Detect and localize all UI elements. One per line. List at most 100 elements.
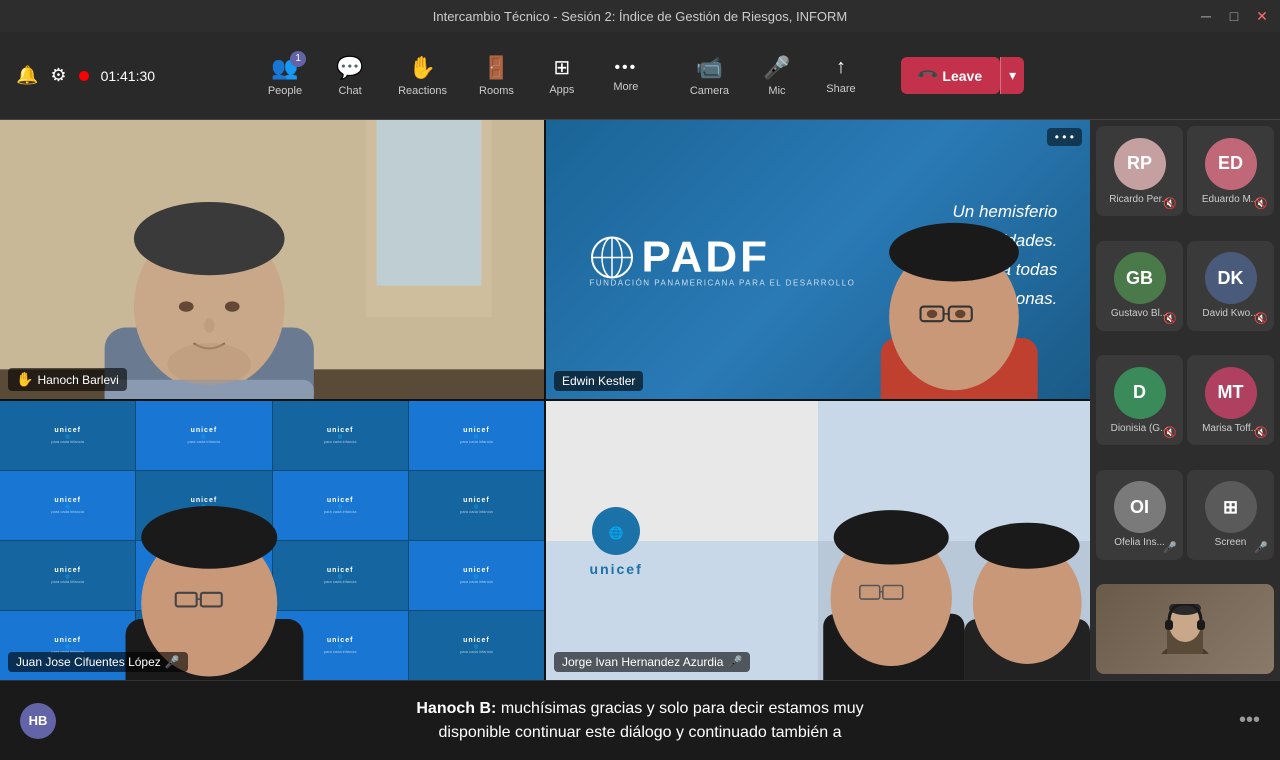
participant-label-jorge: Jorge Ivan Hernandez Azurdia 🎤	[554, 652, 750, 672]
apps-icon: ⊞	[553, 55, 570, 80]
more-icon: •••	[614, 59, 637, 77]
close-button[interactable]: ✕	[1256, 10, 1268, 22]
sidebar-participant-rp[interactable]: RP Ricardo Per... 🔇	[1096, 126, 1183, 216]
name-mt: Marisa Toff...	[1202, 423, 1259, 434]
more-button[interactable]: ••• More	[598, 53, 654, 99]
apps-button[interactable]: ⊞ Apps	[534, 49, 590, 102]
edwin-more-button[interactable]: • • •	[1047, 128, 1082, 146]
leave-label: Leave	[942, 68, 982, 84]
participant-label-juanjose: Juan Jose Cifuentes López 🎤	[8, 652, 188, 672]
leave-button[interactable]: 📞 Leave	[901, 57, 1000, 94]
subtitle-line1: muchísimas gracias y solo para decir est…	[501, 700, 864, 717]
mic-icon: 🎤	[763, 55, 790, 81]
toolbar: 🔔 ⚙ 01:41:30 1 👥 People 💬 Chat ✋ Reactio…	[0, 32, 1280, 120]
share-button[interactable]: ↑ Share	[813, 50, 869, 101]
leave-dropdown-button[interactable]: ▾	[1000, 57, 1024, 94]
participant-name-jorge: Jorge Ivan Hernandez Azurdia	[562, 655, 723, 669]
people-label: People	[268, 85, 302, 97]
sidebar-participant-d[interactable]: D Dionisia (G... 🔇	[1096, 355, 1183, 445]
rooms-label: Rooms	[479, 85, 514, 97]
name-screen: Screen	[1215, 537, 1247, 548]
reactions-icon: ✋	[409, 55, 436, 81]
mic-ed: 🔇	[1254, 197, 1268, 210]
subtitle-more-button[interactable]: •••	[1239, 709, 1260, 732]
window-title: Intercambio Técnico - Sesión 2: Índice d…	[433, 9, 848, 24]
participant-name-hanoch: Hanoch Barlevi	[37, 373, 118, 387]
call-timer: 01:41:30	[101, 68, 156, 84]
more-label: More	[613, 81, 638, 93]
name-dk: David Kwo...	[1202, 308, 1258, 319]
camera-label: Camera	[690, 85, 729, 97]
sidebar-participant-oi[interactable]: OI Ofelia Ins... 🎤	[1096, 470, 1183, 560]
subtitle-speaker-avatar: HB	[20, 703, 56, 739]
video-cell-edwin: PADF FUNDACIÓN PANAMERICANA PARA EL DESA…	[546, 120, 1090, 399]
minimize-button[interactable]: ─	[1200, 10, 1212, 22]
settings-icon: ⚙	[50, 65, 66, 86]
avatar-ed: ED	[1205, 138, 1257, 190]
share-label: Share	[826, 83, 855, 95]
video-cell-jorge: 🌐 unicef	[546, 401, 1090, 680]
avatar-d: D	[1114, 367, 1166, 419]
title-bar: Intercambio Técnico - Sesión 2: Índice d…	[0, 0, 1280, 32]
maximize-button[interactable]: □	[1228, 10, 1240, 22]
participant-label-edwin: Edwin Kestler	[554, 371, 643, 391]
chat-icon: 💬	[336, 55, 363, 81]
subtitle-line2: disponible continuar este diálogo y cont…	[416, 721, 863, 745]
subtitle-speaker-name: Hanoch B:	[416, 700, 496, 717]
participant-name-juanjose: Juan Jose Cifuentes López	[16, 655, 161, 669]
toolbar-status: 🔔 ⚙ 01:41:30	[16, 65, 155, 86]
rooms-icon: 🚪	[483, 55, 510, 81]
window-controls: ─ □ ✕	[1200, 10, 1268, 22]
name-d: Dionisia (G...	[1111, 423, 1169, 434]
subtitle-bar: HB Hanoch B: muchísimas gracias y solo p…	[0, 680, 1280, 760]
name-gb: Gustavo Bl...	[1111, 308, 1168, 319]
camera-icon: 📹	[696, 55, 723, 81]
avatar-oi: OI	[1114, 481, 1166, 533]
mic-icon-jorge: 🎤	[727, 655, 742, 669]
chat-button[interactable]: 💬 Chat	[322, 49, 378, 103]
participant-name-edwin: Edwin Kestler	[562, 374, 635, 388]
subtitle-text: Hanoch B: muchísimas gracias y solo para…	[416, 697, 863, 745]
main-content: ✋ Hanoch Barlevi PADF	[0, 120, 1280, 680]
participants-sidebar: RP Ricardo Per... 🔇 ED Eduardo M... 🔇 GB	[1090, 120, 1280, 680]
mic-screen: 🎤	[1254, 541, 1268, 554]
mic-dk: 🔇	[1254, 312, 1268, 325]
sidebar-participant-mt[interactable]: MT Marisa Toff... 🔇	[1187, 355, 1274, 445]
camera-button[interactable]: 📹 Camera	[678, 49, 741, 103]
sidebar-participant-ed[interactable]: ED Eduardo M... 🔇	[1187, 126, 1274, 216]
mic-rp: 🔇	[1163, 197, 1177, 210]
participant-label-hanoch: ✋ Hanoch Barlevi	[8, 368, 127, 391]
apps-label: Apps	[549, 84, 574, 96]
avatar-mt: MT	[1205, 367, 1257, 419]
recording-indicator	[79, 71, 89, 81]
rooms-button[interactable]: 🚪 Rooms	[467, 49, 526, 103]
hand-raised-icon: ✋	[16, 371, 33, 388]
video-cell-juanjose: unicef🌐para cada infancia unicef🌐para ca…	[0, 401, 544, 680]
chat-label: Chat	[338, 85, 361, 97]
avatar-rp: RP	[1114, 138, 1166, 190]
mic-gb: 🔇	[1163, 312, 1177, 325]
people-button[interactable]: 1 👥 People	[256, 49, 314, 103]
people-badge: 1	[290, 51, 306, 67]
video-cell-hanoch: ✋ Hanoch Barlevi	[0, 120, 544, 399]
mic-button[interactable]: 🎤 Mic	[749, 49, 805, 103]
notification-icon: 🔔	[16, 65, 38, 86]
name-rp: Ricardo Per...	[1109, 194, 1170, 205]
sidebar-participant-dk[interactable]: DK David Kwo... 🔇	[1187, 241, 1274, 331]
mic-mt: 🔇	[1254, 426, 1268, 439]
mic-oi: 🎤	[1163, 541, 1177, 554]
mic-d: 🔇	[1163, 426, 1177, 439]
reactions-label: Reactions	[398, 85, 447, 97]
sidebar-participant-screen[interactable]: ⊞ Screen 🎤	[1187, 470, 1274, 560]
name-oi: Ofelia Ins...	[1114, 537, 1165, 548]
mic-icon-juanjose: 🎤	[165, 655, 180, 669]
sidebar-participant-gb[interactable]: GB Gustavo Bl... 🔇	[1096, 241, 1183, 331]
reactions-button[interactable]: ✋ Reactions	[386, 49, 459, 103]
name-ed: Eduardo M...	[1202, 194, 1259, 205]
avatar-gb: GB	[1114, 252, 1166, 304]
avatar-screen: ⊞	[1205, 481, 1257, 533]
phone-icon: 📞	[916, 63, 940, 87]
sidebar-video-preview[interactable]	[1096, 584, 1274, 674]
mic-label: Mic	[768, 85, 785, 97]
avatar-dk: DK	[1205, 252, 1257, 304]
